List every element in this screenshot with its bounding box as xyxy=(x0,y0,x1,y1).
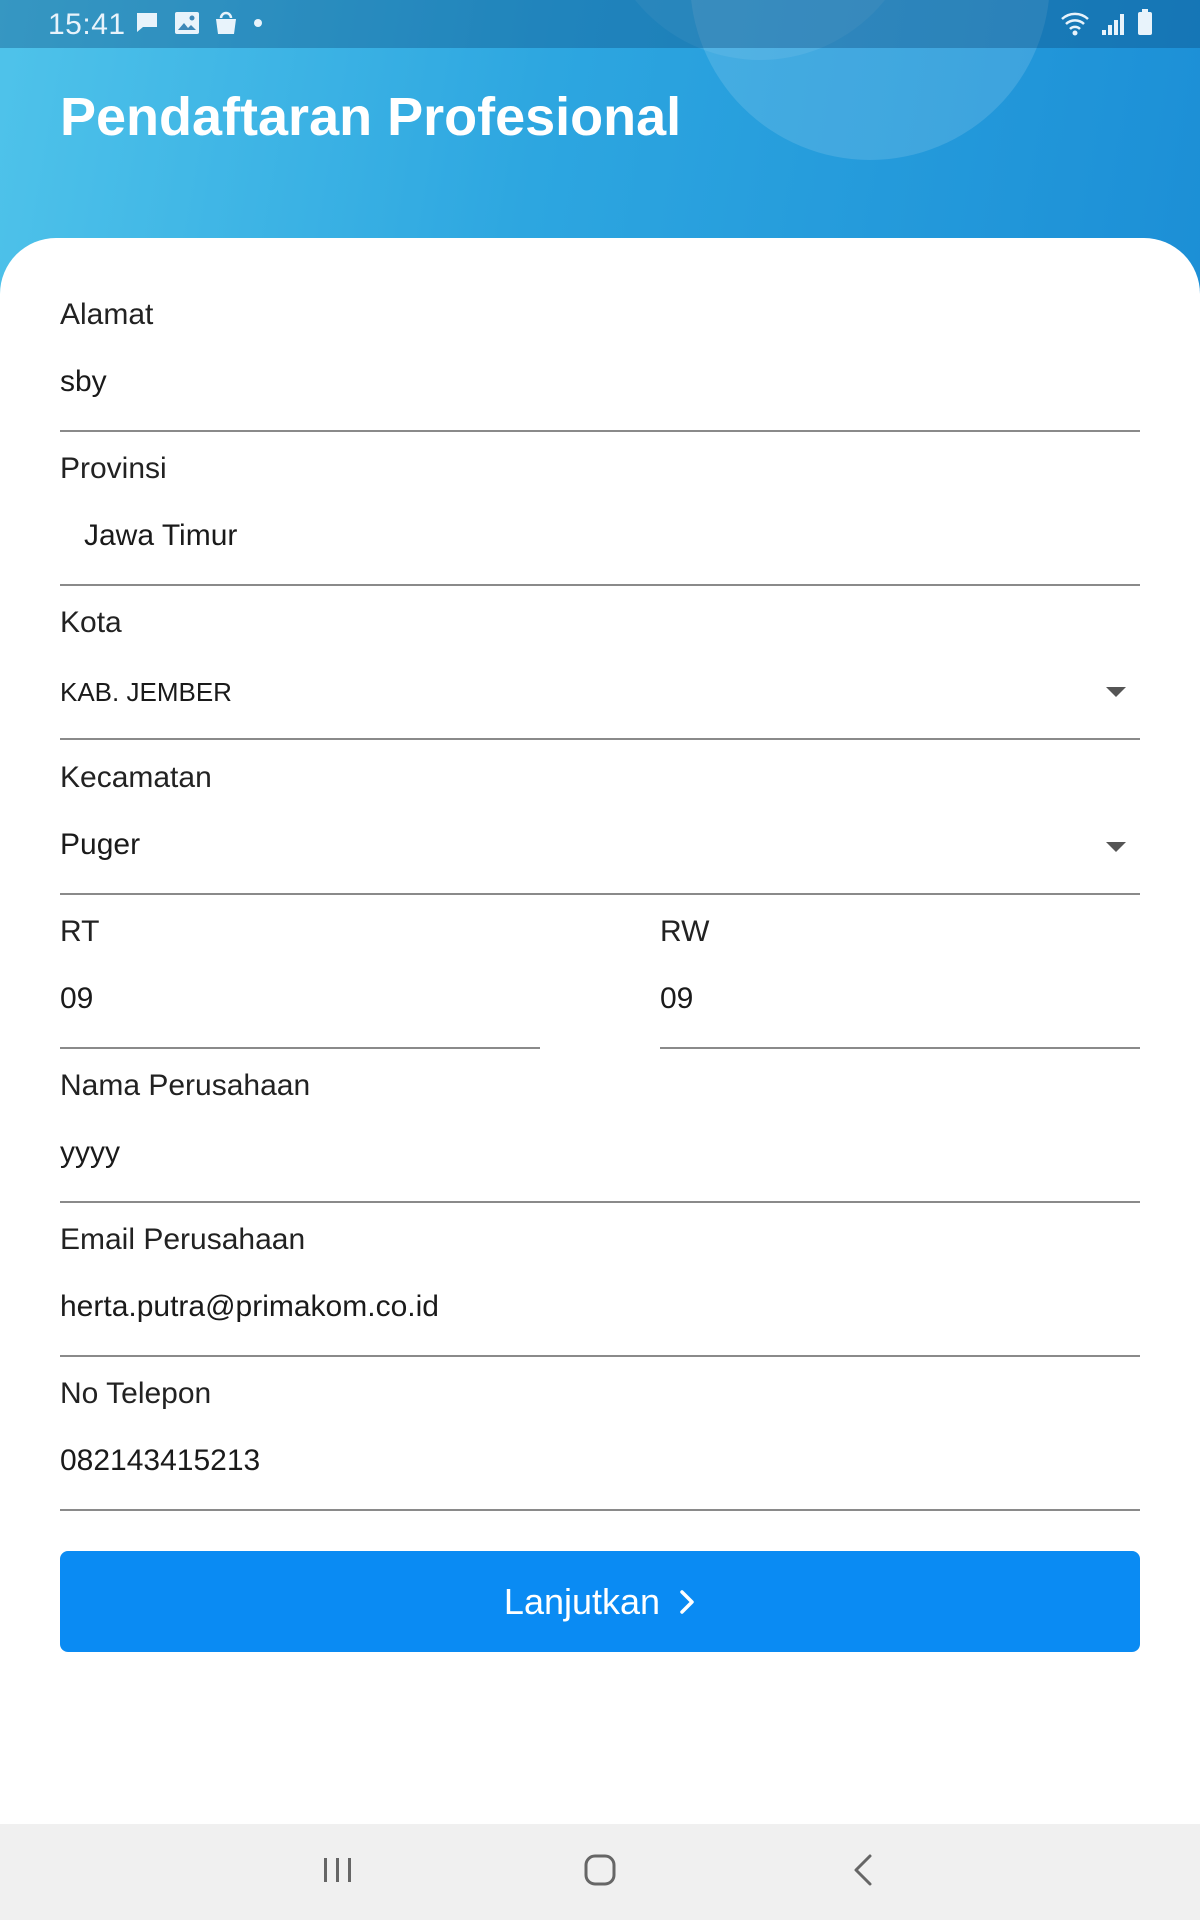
rt-field[interactable]: RT 09 xyxy=(60,915,540,1049)
back-icon[interactable] xyxy=(846,1850,882,1890)
rw-field[interactable]: RW 09 xyxy=(660,915,1140,1049)
no-telepon-input[interactable]: 082143415213 xyxy=(60,1444,260,1478)
system-navigation-bar xyxy=(0,1824,1200,1920)
chevron-down-icon[interactable] xyxy=(1106,842,1126,852)
email-perusahaan-field[interactable]: Email Perusahaan herta.putra@primakom.co… xyxy=(60,1223,1140,1357)
signal-icon xyxy=(1102,14,1124,35)
rt-input[interactable]: 09 xyxy=(60,982,93,1016)
page-title: Pendaftaran Profesional xyxy=(60,87,682,147)
no-telepon-label: No Telepon xyxy=(60,1377,212,1410)
provinsi-input[interactable]: Jawa Timur xyxy=(84,519,237,553)
kecamatan-selected-value: Puger xyxy=(60,828,141,861)
chevron-right-icon xyxy=(680,1589,694,1614)
rt-label: RT xyxy=(60,915,100,948)
status-bar: 15:41 xyxy=(0,0,1200,48)
rw-label: RW xyxy=(660,915,710,948)
kota-dropdown[interactable]: Kota KAB. JEMBER xyxy=(60,606,1140,740)
rw-input[interactable]: 09 xyxy=(660,982,693,1016)
recents-icon[interactable] xyxy=(320,1850,356,1890)
status-time: 15:41 xyxy=(48,8,126,41)
status-system-icons xyxy=(1060,8,1154,36)
no-telepon-field[interactable]: No Telepon 082143415213 xyxy=(60,1377,1140,1511)
alamat-input[interactable]: sby xyxy=(60,365,107,399)
nama-perusahaan-input[interactable]: yyyy xyxy=(60,1136,120,1170)
message-icon xyxy=(137,13,157,32)
shopping-bag-icon xyxy=(216,11,236,34)
lanjutkan-button[interactable]: Lanjutkan xyxy=(60,1551,1140,1652)
dot-icon xyxy=(254,19,262,27)
email-perusahaan-input[interactable]: herta.putra@primakom.co.id xyxy=(60,1290,439,1324)
home-icon[interactable] xyxy=(582,1850,618,1890)
chevron-down-icon[interactable] xyxy=(1106,687,1126,697)
provinsi-label: Provinsi xyxy=(60,452,167,485)
status-notifications xyxy=(134,10,264,36)
wifi-icon xyxy=(1061,12,1089,36)
nama-perusahaan-label: Nama Perusahaan xyxy=(60,1069,311,1102)
alamat-label: Alamat xyxy=(60,298,154,331)
kota-selected-value: KAB. JEMBER xyxy=(60,677,232,707)
kecamatan-dropdown[interactable]: Kecamatan Puger xyxy=(60,761,1140,895)
alamat-field[interactable]: Alamat sby xyxy=(60,298,1140,432)
battery-icon xyxy=(1138,9,1152,35)
nama-perusahaan-field[interactable]: Nama Perusahaan yyyy xyxy=(60,1069,1140,1203)
kota-label: Kota xyxy=(60,606,122,639)
kecamatan-label: Kecamatan xyxy=(60,761,212,794)
image-icon xyxy=(175,12,199,34)
lanjutkan-button-label: Lanjutkan xyxy=(503,1580,661,1622)
provinsi-field[interactable]: Provinsi Jawa Timur xyxy=(60,452,1140,586)
email-perusahaan-label: Email Perusahaan xyxy=(60,1223,306,1256)
